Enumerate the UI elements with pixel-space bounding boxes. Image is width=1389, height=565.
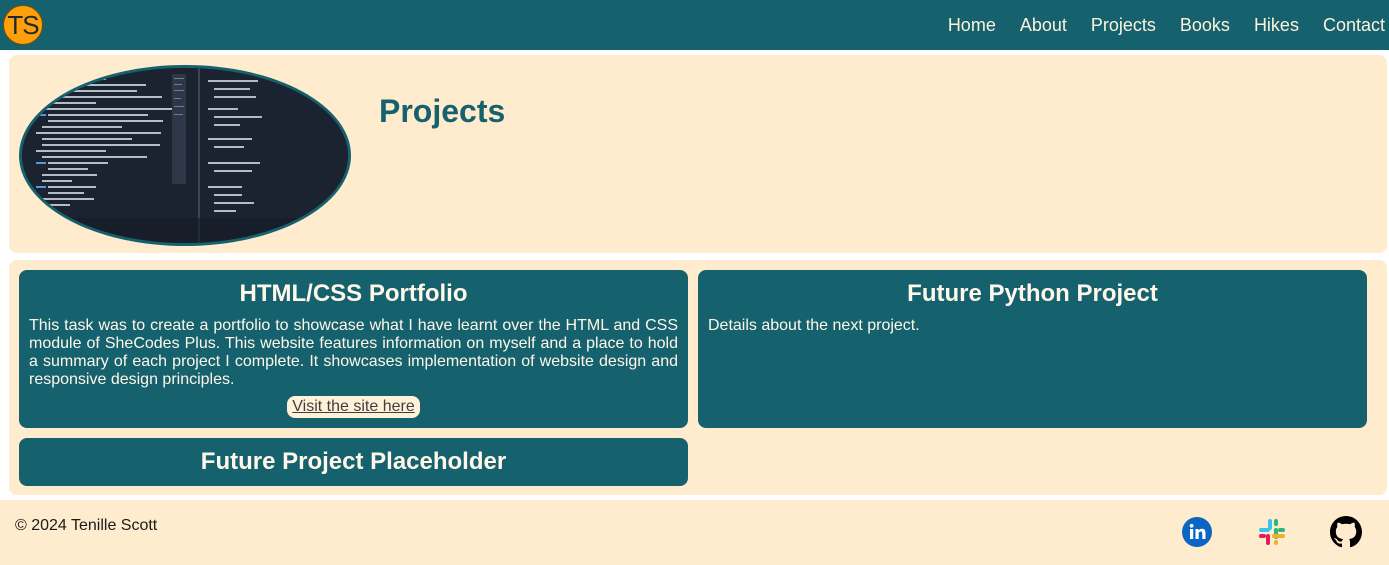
projects-section: HTML/CSS Portfolio This task was to crea… <box>9 260 1387 495</box>
slack-icon[interactable] <box>1256 516 1288 548</box>
site-footer: © 2024 Tenille Scott <box>0 500 1389 565</box>
visit-site-link[interactable]: Visit the site here <box>287 396 420 418</box>
nav-link-about[interactable]: About <box>1020 15 1067 36</box>
nav-link-books[interactable]: Books <box>1180 15 1230 36</box>
nav-link-projects[interactable]: Projects <box>1091 15 1156 36</box>
top-navbar: TS Home About Projects Books Hikes Conta… <box>0 0 1389 50</box>
nav-link-contact[interactable]: Contact <box>1323 15 1385 36</box>
code-screen-image <box>19 65 351 246</box>
project-card-future-python: Future Python Project Details about the … <box>698 270 1367 428</box>
nav-link-hikes[interactable]: Hikes <box>1254 15 1299 36</box>
page-title: Projects <box>379 93 506 129</box>
main-nav: Home About Projects Books Hikes Contact <box>924 0 1385 50</box>
linkedin-icon[interactable] <box>1181 516 1213 548</box>
hero-section: Projects <box>9 55 1387 253</box>
project-description: Details about the next project. <box>708 317 920 334</box>
project-title: HTML/CSS Portfolio <box>239 280 468 307</box>
site-logo[interactable]: TS <box>3 5 43 45</box>
nav-link-home[interactable]: Home <box>948 15 996 36</box>
github-icon[interactable] <box>1330 516 1362 548</box>
project-card-html-css-portfolio: HTML/CSS Portfolio This task was to crea… <box>19 270 688 428</box>
project-title: Future Project Placeholder <box>200 448 507 475</box>
project-description: This task was to create a portfolio to s… <box>29 317 678 388</box>
project-card-future-placeholder: Future Project Placeholder <box>19 438 688 486</box>
copyright-text: © 2024 Tenille Scott <box>15 517 158 534</box>
project-title: Future Python Project <box>907 280 1158 307</box>
